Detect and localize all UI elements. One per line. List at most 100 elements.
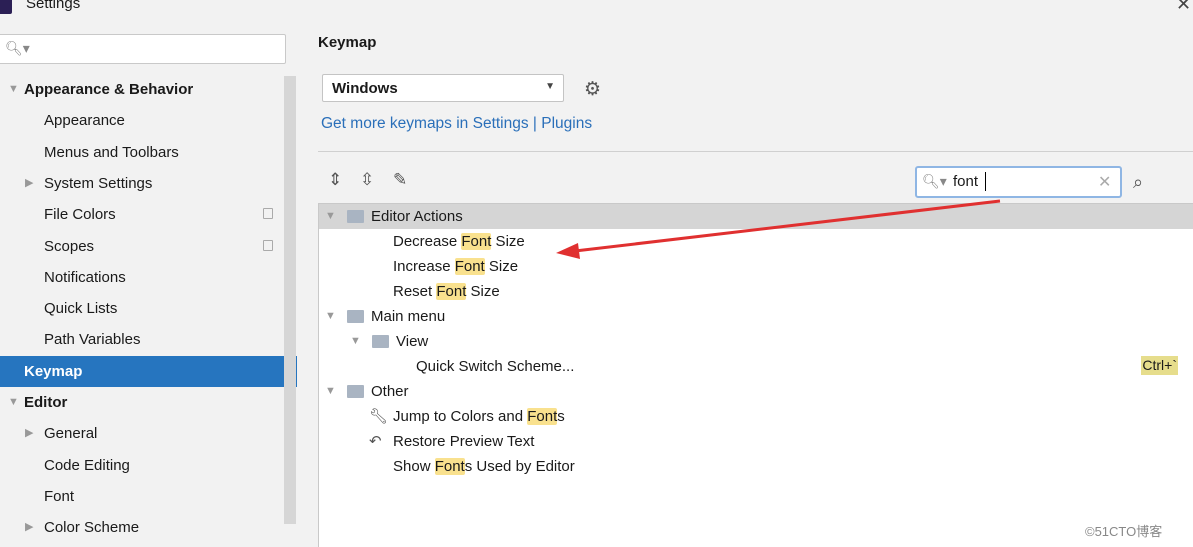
tree-row[interactable]: Decrease Font Size [319, 229, 1193, 254]
sidebar-item-label: System Settings [44, 174, 153, 192]
sidebar-item-menus-and-toolbars[interactable]: Menus and Toolbars [0, 137, 284, 168]
tree-row[interactable]: ▼ Other [319, 379, 1193, 404]
close-icon[interactable]: ✕ [1176, 0, 1191, 15]
tree-row[interactable]: Show Fonts Used by Editor [319, 454, 1193, 479]
window-title: Settings [26, 0, 81, 12]
folder-icon [372, 335, 389, 348]
sidebar-scrollbar[interactable] [284, 76, 296, 524]
sidebar-item-label: Quick Lists [44, 300, 118, 318]
sidebar-item-path-variables[interactable]: Path Variables [0, 324, 284, 355]
expanded-arrow-icon[interactable]: ▼ [350, 329, 361, 354]
expanded-arrow-icon[interactable]: ▼ [325, 304, 336, 329]
sidebar-item-appearance-behavior[interactable]: ▼ Appearance & Behavior [0, 74, 284, 105]
gear-icon[interactable]: ⚙ [584, 78, 601, 101]
folder-icon [347, 210, 364, 223]
action-label: Main menu [371, 304, 445, 329]
title-bar: Settings ✕ [0, 0, 1193, 20]
chevron-down-icon: ▼ [545, 81, 555, 92]
action-label: Increase Font Size [393, 254, 518, 279]
sidebar-item-scopes[interactable]: Scopes [0, 231, 284, 262]
expanded-arrow-icon[interactable]: ▼ [325, 204, 336, 229]
tree-row[interactable]: ↶ Restore Preview Text [319, 429, 1193, 454]
action-label: Show Fonts Used by Editor [393, 454, 575, 479]
label-text: Jump to Colors and [393, 408, 528, 425]
sidebar-item-label: Editor [24, 394, 68, 411]
search-match-highlight: Font [454, 258, 485, 275]
expand-all-icon[interactable]: ⇕ [328, 170, 342, 190]
label-text: Show [393, 458, 435, 475]
label-text: Increase [393, 258, 455, 275]
label-text: s [557, 408, 565, 425]
label-text: Decrease [393, 233, 462, 250]
search-match-highlight: Font [436, 283, 467, 300]
sidebar-item-system-settings[interactable]: ▶ System Settings [0, 168, 284, 199]
sidebar-item-label: Keymap [24, 362, 83, 380]
menu-icon [347, 310, 364, 323]
keymap-select[interactable]: Windows ▼ [322, 74, 564, 102]
sidebar-item-label: General [44, 425, 98, 443]
sidebar-item-font[interactable]: Font [0, 481, 284, 512]
project-scope-icon [263, 208, 273, 220]
tree-row[interactable]: Quick Switch Scheme... Ctrl+` [319, 354, 1193, 379]
search-icon: 🔍︎▾ [922, 173, 947, 189]
action-label: Jump to Colors and Fonts [393, 404, 565, 429]
sidebar-item-color-scheme[interactable]: ▶ Color Scheme [0, 512, 284, 543]
collapsed-arrow-icon[interactable]: ▶ [25, 418, 33, 449]
action-label: Decrease Font Size [393, 229, 525, 254]
action-label: Other [371, 379, 409, 404]
search-match-highlight: Font [527, 408, 558, 425]
sidebar-item-keymap[interactable]: Keymap [0, 355, 297, 387]
project-scope-icon [263, 239, 273, 251]
action-label: Restore Preview Text [393, 429, 534, 454]
action-label: Reset Font Size [393, 279, 500, 304]
clear-icon[interactable]: ✕ [1098, 172, 1111, 192]
wrench-icon: 🔧︎ [369, 408, 389, 425]
search-value: font [953, 173, 979, 190]
label-text: s Used by Editor [464, 458, 575, 475]
tree-row[interactable]: 🔧︎ Jump to Colors and Fonts [319, 404, 1193, 429]
label-text: View [396, 333, 429, 350]
sidebar-item-label: Scopes [44, 237, 95, 255]
sidebar-item-label: Appearance & Behavior [24, 81, 194, 98]
sidebar-item-appearance[interactable]: Appearance [0, 105, 284, 136]
keymap-panel: Keymap Windows ▼ ⚙ Get more keymaps in Se… [297, 20, 1193, 547]
action-label: Editor Actions [371, 204, 463, 229]
sidebar-search-input[interactable]: 🔍︎▾ [0, 34, 286, 64]
app-icon [0, 0, 12, 14]
tree-row[interactable]: Reset Font Size [319, 279, 1193, 304]
text-caret [985, 172, 986, 191]
watermark: ©51CTO博客 [1085, 524, 1163, 539]
collapse-all-icon[interactable]: ⇳ [360, 170, 374, 190]
label-text: Restore Preview Text [393, 433, 535, 450]
keymap-tree: ▼ Editor Actions Decrease Font Size Increas… [318, 203, 1193, 547]
collapsed-arrow-icon[interactable]: ▶ [25, 168, 33, 199]
sidebar-item-label: File Colors [44, 206, 116, 224]
get-keymaps-link[interactable]: Get more keymaps in Settings | Plugins [321, 115, 592, 133]
expanded-arrow-icon[interactable]: ▼ [8, 74, 19, 105]
find-by-shortcut-icon[interactable]: ⌕ [1133, 172, 1143, 193]
sidebar-item-file-colors[interactable]: File Colors [0, 199, 284, 230]
search-match-highlight: Font [434, 458, 465, 475]
sidebar-item-notifications[interactable]: Notifications [0, 262, 284, 293]
page-title: Keymap [318, 34, 377, 51]
expanded-arrow-icon[interactable]: ▼ [325, 379, 336, 404]
collapsed-arrow-icon[interactable]: ▶ [25, 512, 33, 543]
sidebar-item-general[interactable]: ▶ General [0, 418, 284, 449]
edit-icon[interactable]: ✎ [393, 170, 407, 190]
sidebar-item-editor[interactable]: ▼ Editor [0, 387, 284, 418]
label-text: Size [491, 233, 525, 250]
action-search-input[interactable]: 🔍︎▾ font ✕ [915, 166, 1122, 198]
sidebar-item-label: Appearance [44, 112, 125, 130]
label-text: Size [484, 258, 519, 275]
sidebar-item-code-editing[interactable]: Code Editing [0, 450, 284, 481]
sidebar-item-label: Code Editing [44, 456, 130, 474]
sidebar-item-quick-lists[interactable]: Quick Lists [0, 293, 284, 324]
action-label: View [396, 329, 428, 354]
sidebar-item-label: Notifications [44, 268, 126, 286]
label-text: Reset [393, 283, 437, 300]
tree-row[interactable]: Increase Font Size [319, 254, 1193, 279]
tree-row[interactable]: ▼ Editor Actions [319, 204, 1193, 229]
tree-row[interactable]: ▼ Main menu [319, 304, 1193, 329]
tree-row[interactable]: ▼ View [319, 329, 1193, 354]
expanded-arrow-icon[interactable]: ▼ [8, 387, 19, 418]
